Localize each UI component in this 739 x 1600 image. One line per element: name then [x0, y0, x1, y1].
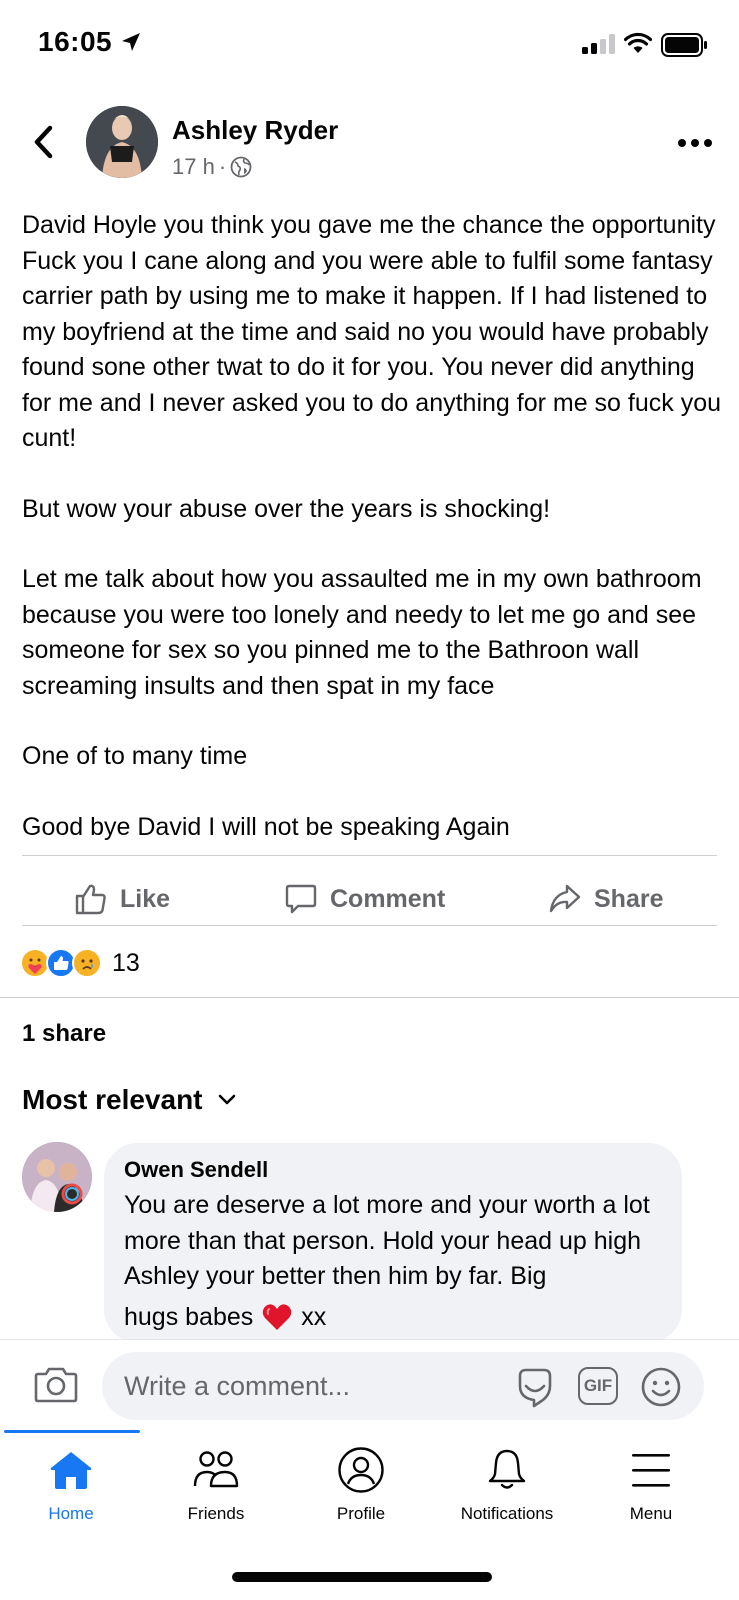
emoji-icon[interactable] [640, 1366, 682, 1408]
post-body: David Hoyle you think you gave me the ch… [22, 208, 722, 845]
comment-text: You are deserve a lot more and your wort… [124, 1191, 650, 1290]
location-arrow-icon [122, 33, 140, 51]
tab-notifications[interactable]: Notifications [434, 1444, 580, 1524]
public-globe-icon [230, 156, 252, 178]
tab-label: Home [48, 1504, 94, 1523]
post-time[interactable]: 17 h [172, 154, 215, 180]
like-label: Like [120, 884, 171, 913]
post-paragraph: One of to many time [22, 742, 248, 770]
menu-icon [632, 1454, 670, 1487]
gif-button[interactable]: GIF [578, 1367, 618, 1405]
home-icon [50, 1452, 92, 1489]
reaction-count: 13 [112, 948, 140, 977]
heart-emoji-icon [262, 1304, 292, 1330]
tab-label: Profile [336, 1504, 386, 1523]
comment-suffix: xx [301, 1302, 327, 1331]
tab-home[interactable]: Home [0, 1444, 144, 1524]
tab-profile[interactable]: Profile [288, 1444, 434, 1524]
share-button[interactable]: Share [548, 872, 663, 926]
comment-text-tail: hugs babes [124, 1302, 254, 1331]
bell-icon [488, 1449, 526, 1489]
tab-friends[interactable]: Friends [143, 1444, 289, 1524]
avatar-sticker-icon[interactable] [514, 1366, 556, 1408]
shares-count[interactable]: 1 share [22, 1020, 106, 1048]
tab-label: Friends [187, 1504, 245, 1523]
sad-icon [72, 948, 102, 978]
status-bar: 16:05 [0, 0, 739, 90]
comment-sort-dropdown[interactable]: Most relevant [22, 1084, 237, 1116]
reactions-summary[interactable]: 13 [20, 946, 140, 980]
share-icon [549, 884, 581, 913]
comment-text-end: hugs babes xx [124, 1302, 326, 1332]
divider [22, 855, 717, 856]
meta-separator: · [218, 154, 227, 179]
sort-label: Most relevant [22, 1084, 203, 1115]
post-actions: Like Comment Share [22, 872, 717, 926]
comment-icon [285, 884, 317, 914]
post-meta: 17 h · [172, 154, 252, 180]
cellular-signal-icon [582, 34, 615, 54]
status-time: 16:05 [38, 26, 113, 57]
chevron-down-icon [218, 1094, 235, 1105]
friends-icon [193, 1451, 239, 1488]
post-author-name[interactable]: Ashley Ryder [172, 115, 338, 146]
tab-label: Notifications [460, 1504, 554, 1523]
tab-label: Menu [629, 1504, 673, 1523]
commenter-avatar[interactable] [22, 1142, 92, 1212]
post-paragraph: But wow your abuse over the years is sho… [22, 494, 551, 523]
more-options-button[interactable] [678, 136, 712, 150]
like-icon [75, 884, 106, 915]
back-button[interactable] [28, 122, 58, 162]
gif-label: GIF [583, 1376, 613, 1395]
camera-icon[interactable] [34, 1364, 78, 1404]
wifi-icon [624, 32, 652, 53]
post-paragraph: David Hoyle you think you gave me the ch… [22, 211, 721, 452]
share-label: Share [594, 884, 664, 913]
profile-icon [338, 1447, 384, 1493]
author-avatar[interactable] [86, 106, 158, 178]
post-paragraph: Good bye David I will not be speaking Ag… [22, 812, 510, 841]
comment-author[interactable]: Owen Sendell [124, 1157, 268, 1183]
post-paragraph: Let me talk about how you assaulted me i… [22, 565, 702, 700]
like-button[interactable]: Like [74, 872, 170, 926]
active-tab-indicator [4, 1430, 140, 1433]
comment-label: Comment [330, 884, 446, 913]
battery-icon [661, 33, 707, 57]
tab-menu[interactable]: Menu [578, 1444, 724, 1524]
divider [22, 925, 717, 926]
comment-button[interactable]: Comment [284, 872, 445, 926]
divider [0, 997, 739, 998]
home-indicator [232, 1572, 492, 1582]
